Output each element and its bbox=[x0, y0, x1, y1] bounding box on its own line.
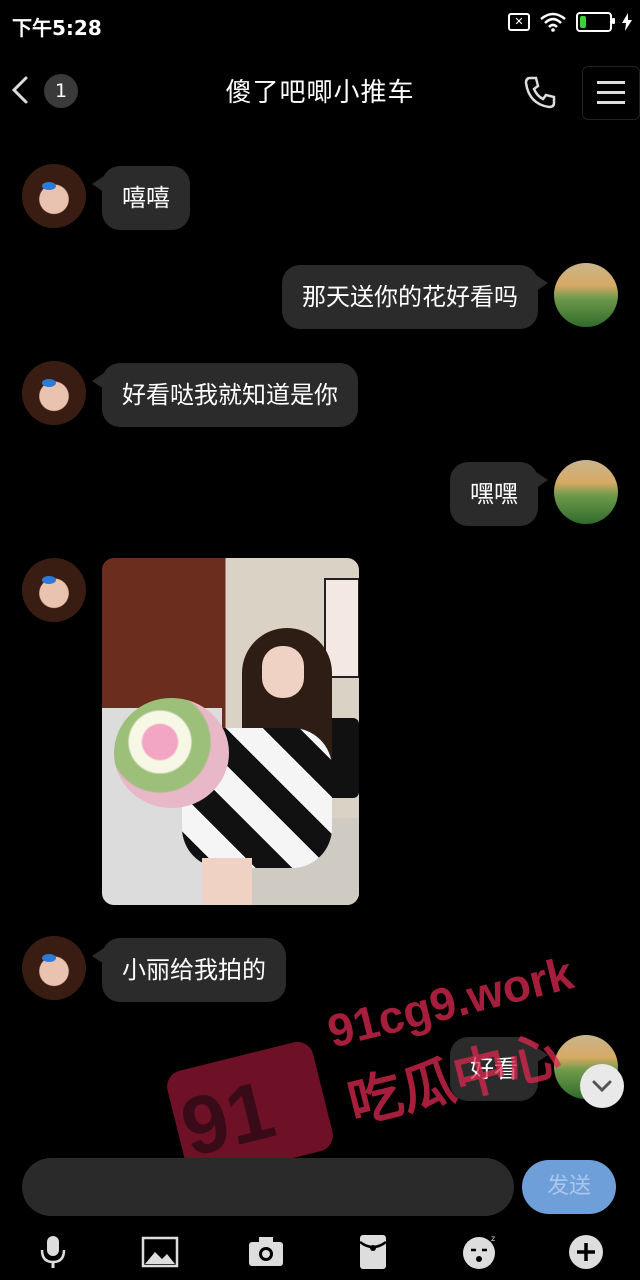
status-bar: 下午5:28 ✕ 21 bbox=[0, 0, 640, 50]
svg-text:z: z bbox=[491, 1234, 495, 1243]
message-bubble[interactable]: 那天送你的花好看吗 bbox=[282, 265, 548, 329]
bottom-toolbar: z bbox=[0, 1228, 640, 1280]
plus-icon[interactable] bbox=[566, 1232, 606, 1272]
no-sim-icon: ✕ bbox=[508, 13, 530, 31]
send-button[interactable]: 发送 bbox=[522, 1160, 616, 1214]
scroll-to-bottom-button[interactable] bbox=[580, 1064, 624, 1108]
image-message[interactable] bbox=[102, 558, 359, 905]
microphone-icon[interactable] bbox=[33, 1232, 73, 1272]
contact-avatar[interactable] bbox=[22, 361, 86, 425]
contact-avatar[interactable] bbox=[22, 164, 86, 228]
contact-avatar[interactable] bbox=[22, 558, 86, 622]
battery-level: 21 bbox=[585, 13, 603, 27]
gallery-icon[interactable] bbox=[140, 1232, 180, 1272]
my-avatar[interactable] bbox=[554, 263, 618, 327]
message-input[interactable] bbox=[22, 1158, 514, 1216]
status-time: 下午5:28 bbox=[12, 16, 102, 40]
input-area: 发送 bbox=[0, 1148, 640, 1228]
contact-avatar[interactable] bbox=[22, 936, 86, 1000]
red-packet-icon[interactable] bbox=[353, 1232, 393, 1272]
emoji-icon[interactable]: z bbox=[460, 1232, 500, 1272]
my-avatar[interactable] bbox=[554, 460, 618, 524]
charging-icon bbox=[622, 13, 632, 31]
chevron-down-icon bbox=[592, 1080, 612, 1093]
battery-icon: 21 bbox=[576, 12, 615, 32]
camera-icon[interactable] bbox=[246, 1232, 286, 1272]
message-bubble[interactable]: 嘿嘿 bbox=[450, 462, 548, 526]
message-bubble[interactable]: 好看哒我就知道是你 bbox=[92, 363, 358, 427]
menu-button[interactable] bbox=[582, 66, 640, 120]
message-bubble[interactable]: 好看 bbox=[450, 1037, 548, 1101]
message-bubble[interactable]: 嘻嘻 bbox=[92, 166, 190, 230]
phone-icon[interactable] bbox=[520, 72, 560, 112]
watermark-domain: 91cg9.work bbox=[322, 946, 579, 1058]
chat-header: 1 傻了吧唧小推车 bbox=[0, 50, 640, 132]
menu-icon bbox=[597, 81, 625, 104]
status-icons: ✕ 21 bbox=[508, 12, 632, 32]
message-bubble[interactable]: 小丽给我拍的 bbox=[92, 938, 286, 1002]
wifi-icon bbox=[540, 12, 566, 32]
